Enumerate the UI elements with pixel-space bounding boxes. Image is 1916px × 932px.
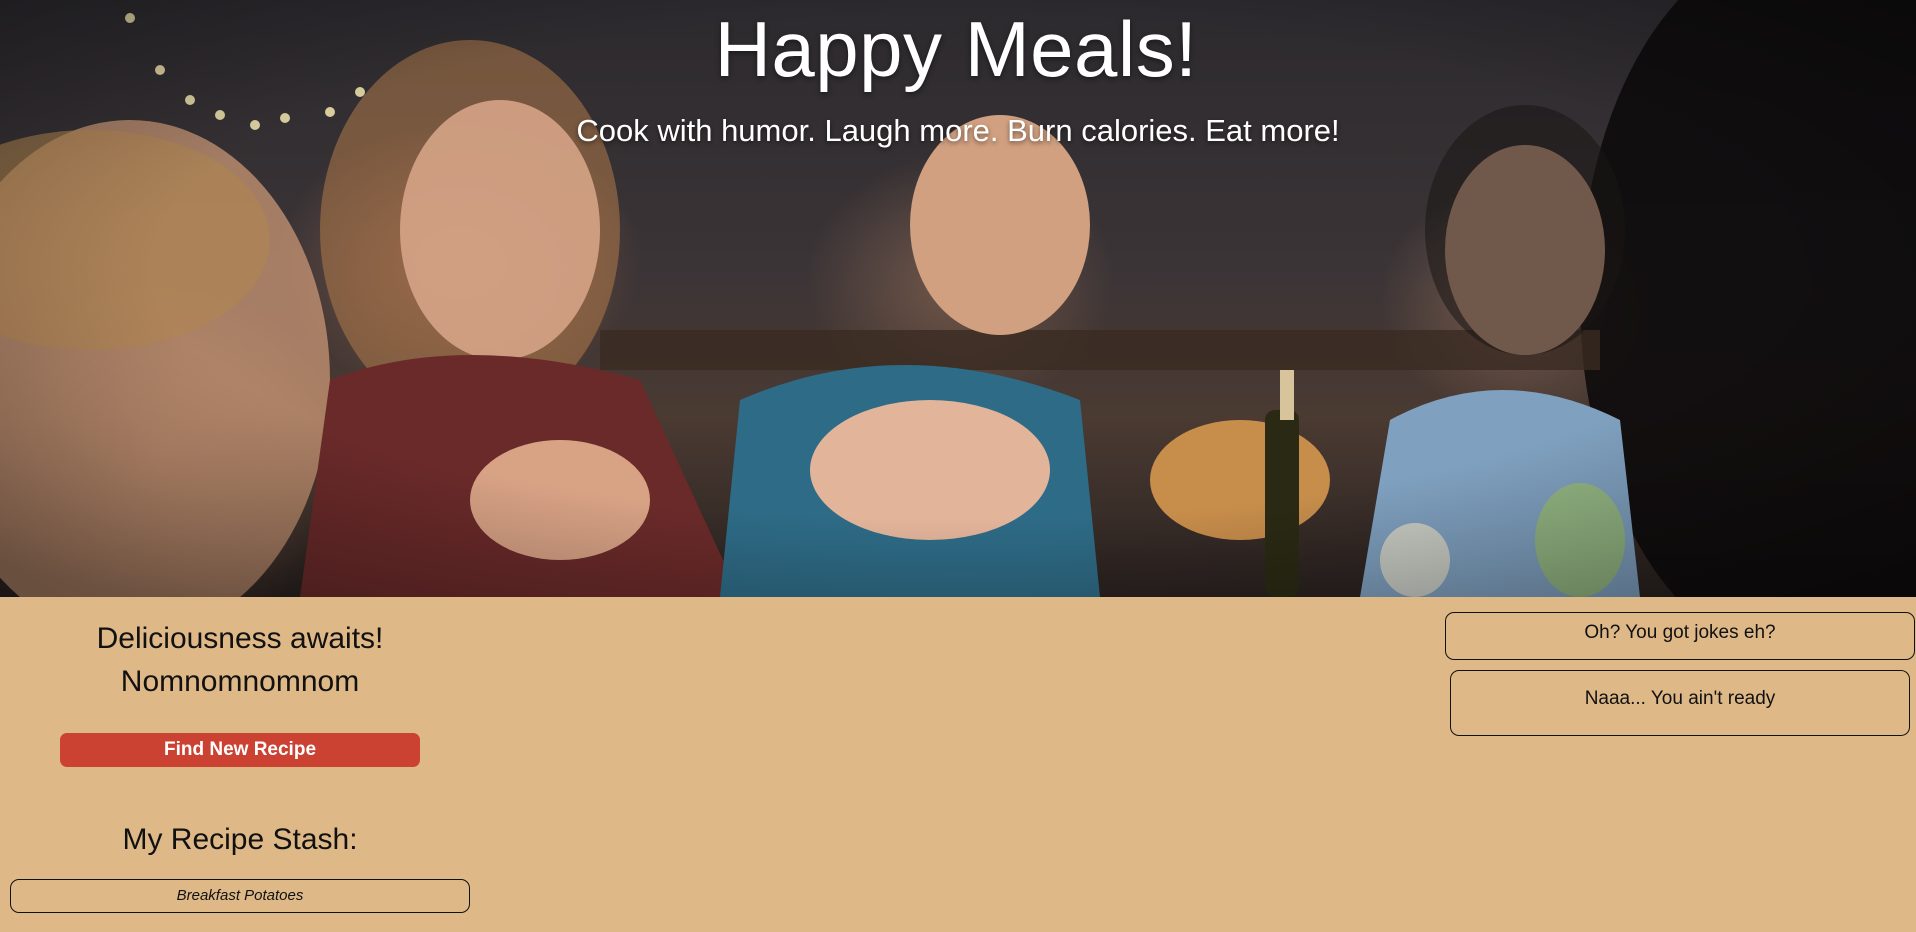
hero-banner: Happy Meals! Cook with humor. Laugh more…	[0, 0, 1916, 597]
page-title: Happy Meals!	[714, 5, 1198, 93]
tagline-line-1: Deliciousness awaits!	[96, 622, 384, 655]
find-new-recipe-button[interactable]: Find New Recipe	[60, 733, 420, 767]
page-subtitle: Cook with humor. Laugh more. Burn calori…	[576, 113, 1340, 148]
joke-question-button[interactable]: Oh? You got jokes eh?	[1445, 612, 1915, 660]
joke-answer-box[interactable]: Naaa... You ain't ready	[1450, 670, 1910, 736]
recipe-stash-title: My Recipe Stash:	[122, 823, 358, 856]
recipe-stash-item[interactable]: Breakfast Potatoes	[10, 879, 470, 913]
recipe-stash-list: Breakfast Potatoes	[10, 879, 470, 913]
tagline-line-2: Nomnomnomnom	[120, 665, 360, 698]
